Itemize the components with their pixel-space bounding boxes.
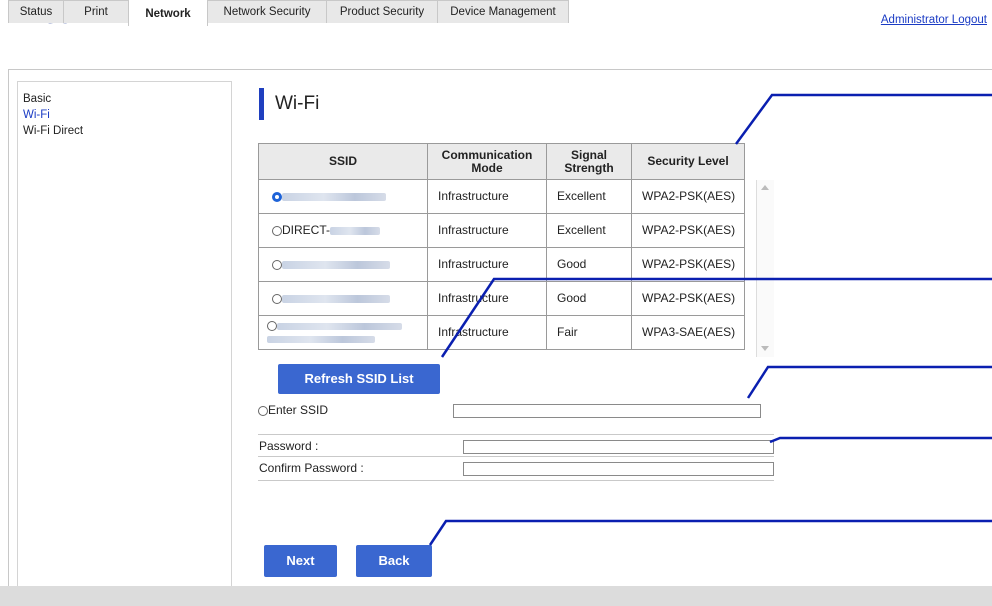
footer-bar <box>0 586 992 606</box>
callout-lines <box>428 93 992 546</box>
callout-line-security <box>734 93 992 145</box>
callout-line-ssid-list <box>440 277 992 358</box>
callout-line-password <box>769 436 992 444</box>
callout-line-buttons <box>428 519 992 546</box>
callout-line-enter-ssid <box>746 365 992 399</box>
